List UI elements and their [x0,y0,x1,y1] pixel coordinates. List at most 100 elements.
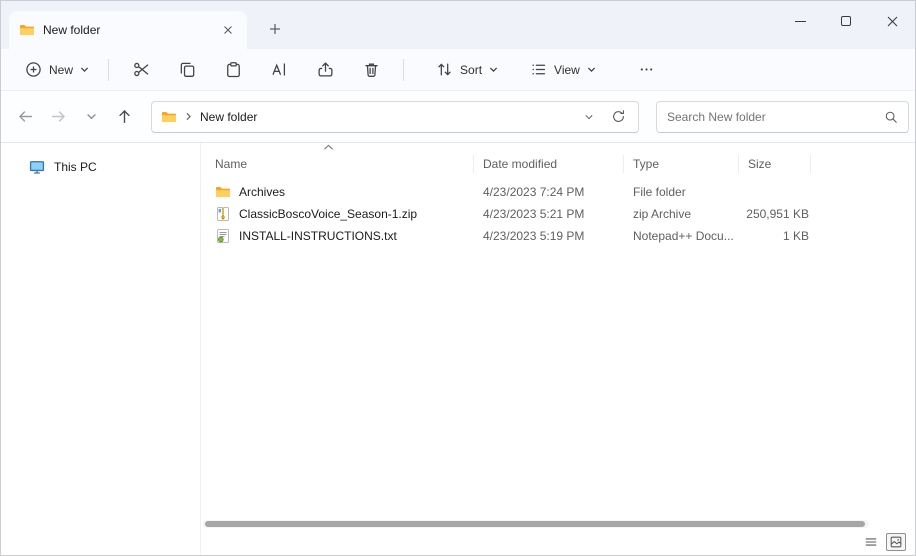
status-bar [861,533,906,551]
column-header-type-label: Type [633,157,659,171]
column-header-date-label: Date modified [483,157,557,171]
column-header-name-label: Name [215,157,247,171]
search-box[interactable] [656,101,909,133]
column-header-size-label: Size [748,157,771,171]
see-more-button[interactable] [627,53,667,87]
view-button-label: View [554,63,580,77]
ellipsis-icon [639,62,654,77]
text-icon [215,228,231,244]
share-icon [317,61,334,78]
paste-icon [225,61,242,78]
delete-button[interactable] [351,53,391,87]
address-dropdown-button[interactable] [578,106,600,128]
column-header-size[interactable]: Size [739,155,811,173]
toolbar-divider [108,59,109,81]
up-arrow-icon [116,108,133,125]
forward-arrow-icon [50,108,67,125]
sort-button-label: Sort [460,63,482,77]
close-icon [886,15,899,28]
chevron-down-icon [80,65,89,74]
file-row-zip[interactable]: ClassicBoscoVoice_Season-1.zip 4/23/2023… [201,203,915,225]
sidebar-item-label: This PC [54,160,97,174]
tab-close-icon[interactable] [219,21,237,39]
new-button-label: New [49,63,73,77]
file-date: 4/23/2023 7:24 PM [474,185,624,199]
sort-button[interactable]: Sort [427,53,507,87]
details-view-button[interactable] [861,533,881,551]
trash-icon [363,61,380,78]
column-header-name[interactable]: Name [201,155,474,173]
navigation-bar: New folder [1,91,915,143]
chevron-down-icon [86,111,97,122]
minimize-icon [795,21,806,22]
chevron-down-icon [587,65,596,74]
forward-button[interactable] [43,102,73,132]
window-controls [777,1,915,41]
chevron-down-icon [489,65,498,74]
file-date: 4/23/2023 5:21 PM [474,207,624,221]
file-row-archives[interactable]: Archives 4/23/2023 7:24 PM File folder [201,181,915,203]
up-button[interactable] [109,102,139,132]
new-button[interactable]: New [15,53,99,87]
file-type: File folder [624,185,739,199]
sidebar-item-this-pc[interactable]: This PC [7,153,194,181]
navigation-pane: This PC [1,143,200,555]
paste-button[interactable] [213,53,253,87]
column-header-date-modified[interactable]: Date modified [474,155,624,173]
file-explorer-window: New folder New [0,0,916,556]
breadcrumb-chevron-icon[interactable] [184,112,193,121]
file-list-pane: Name Date modified Type Size [201,143,915,555]
large-icons-view-icon [889,535,903,549]
file-size: 1 KB [739,229,809,243]
search-input[interactable] [667,110,876,124]
plus-circle-icon [25,61,42,78]
rename-button[interactable] [259,53,299,87]
horizontal-scrollbar-thumb[interactable] [205,521,865,527]
close-button[interactable] [869,1,915,41]
sort-ascending-icon [323,144,334,151]
back-arrow-icon [17,108,34,125]
large-icons-view-button[interactable] [886,533,906,551]
tab-new-folder[interactable]: New folder [9,11,247,49]
view-icon [530,61,547,78]
toolbar-divider [403,59,404,81]
share-button[interactable] [305,53,345,87]
tab-bar: New folder [1,1,915,49]
file-row-txt[interactable]: INSTALL-INSTRUCTIONS.txt 4/23/2023 5:19 … [201,225,915,247]
file-rows: Archives 4/23/2023 7:24 PM File folder C… [201,181,915,247]
refresh-icon [611,109,626,124]
refresh-button[interactable] [607,106,629,128]
file-type: zip Archive [624,207,739,221]
monitor-icon [29,159,45,175]
sort-icon [436,61,453,78]
file-name: Archives [239,185,285,199]
cut-button[interactable] [121,53,161,87]
copy-icon [179,61,196,78]
minimize-button[interactable] [777,1,823,41]
file-name: INSTALL-INSTRUCTIONS.txt [239,229,397,243]
search-icon[interactable] [884,110,898,124]
back-button[interactable] [10,102,40,132]
recent-locations-button[interactable] [76,102,106,132]
address-bar[interactable]: New folder [151,101,639,133]
column-header-type[interactable]: Type [624,155,739,173]
horizontal-scrollbar-track[interactable] [203,520,869,528]
details-view-icon [864,535,878,549]
file-date: 4/23/2023 5:19 PM [474,229,624,243]
folder-icon [215,184,231,200]
file-type: Notepad++ Docu... [624,229,739,243]
zip-icon [215,206,231,222]
new-tab-button[interactable] [263,17,287,41]
file-size: 250,951 KB [739,207,809,221]
copy-button[interactable] [167,53,207,87]
breadcrumb[interactable]: New folder [200,110,257,124]
scissors-icon [133,61,150,78]
view-button[interactable]: View [521,53,605,87]
tab-title: New folder [43,23,211,37]
column-headers: Name Date modified Type Size [201,151,811,177]
file-name: ClassicBoscoVoice_Season-1.zip [239,207,417,221]
maximize-icon [841,16,851,26]
chevron-down-icon [584,112,594,122]
folder-icon [19,22,35,38]
maximize-button[interactable] [823,1,869,41]
